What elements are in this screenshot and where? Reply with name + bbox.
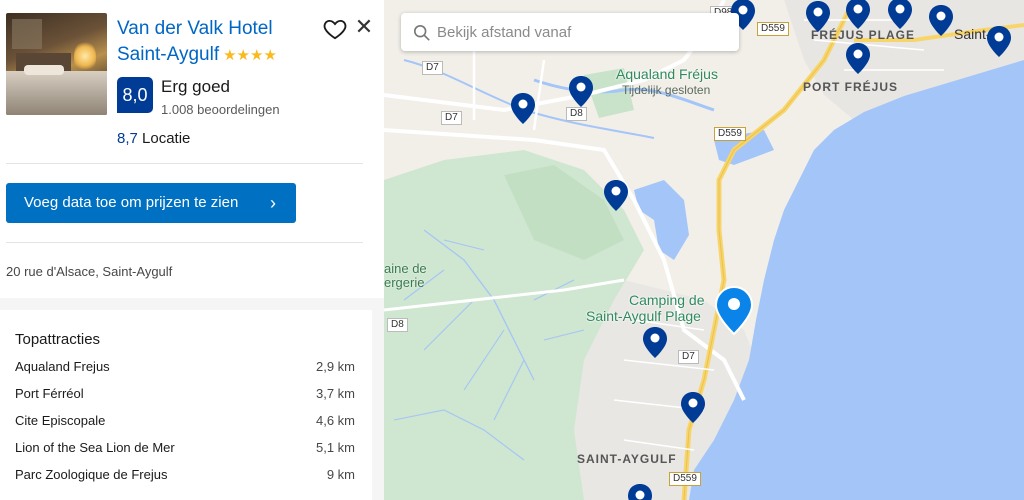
property-card: Van der Valk Hotel Saint-Aygulf ★★★★ ✕ 8,… [0, 0, 384, 298]
close-icon[interactable]: ✕ [353, 15, 375, 39]
map-label-saint-aygulf: SAINT-AYGULF [577, 452, 677, 466]
review-count[interactable]: 1.008 beoordelingen [161, 102, 280, 117]
map-pin-icon[interactable] [509, 92, 537, 126]
location-score-label: Locatie [142, 130, 191, 147]
map-pin-icon[interactable] [886, 0, 914, 31]
distance-search[interactable] [401, 13, 739, 51]
attraction-distance: 3,7 km [315, 386, 355, 401]
road-shield: D559 [714, 127, 746, 141]
review-score-badge: 8,0 [117, 77, 153, 113]
map-pin-icon[interactable] [844, 42, 872, 76]
add-dates-button[interactable]: Voeg data toe om prijzen te zien › [6, 183, 296, 223]
hotel-address: 20 rue d'Alsace, Saint-Aygulf [6, 264, 173, 279]
attraction-name: Cite Episcopale [15, 413, 106, 428]
road-shield: D7 [422, 61, 443, 75]
search-icon [413, 24, 430, 41]
attraction-distance: 9 km [326, 467, 355, 482]
map-pin-icon[interactable] [602, 179, 630, 213]
map-pin-icon[interactable] [985, 25, 1013, 59]
property-panel: Van der Valk Hotel Saint-Aygulf ★★★★ ✕ 8,… [0, 0, 384, 500]
map-pin-icon[interactable] [626, 483, 654, 500]
list-item: Aqualand Frejus 2,9 km [15, 359, 355, 379]
map-label-camping-2[interactable]: Saint-Aygulf Plage [586, 308, 701, 324]
map-pin-icon[interactable] [567, 75, 595, 109]
road-shield: D7 [678, 350, 699, 364]
list-item: Parc Zoologique de Frejus 9 km [15, 467, 355, 487]
map-label-area-1: aine de [384, 261, 427, 276]
attractions-heading: Topattracties [15, 331, 101, 348]
distance-search-input[interactable] [437, 19, 727, 45]
road-shield: D8 [566, 107, 587, 121]
review-verdict: Erg goed [161, 77, 230, 96]
road-shield: D8 [387, 318, 408, 332]
map-label-camping-1[interactable]: Camping de [629, 292, 705, 308]
location-score-value: 8,7 [117, 130, 138, 147]
attraction-distance: 4,6 km [315, 413, 355, 428]
attraction-name: Lion of the Sea Lion de Mer [15, 440, 175, 455]
star-rating: ★★★★ [223, 47, 277, 64]
top-attractions: Topattracties Aqualand Frejus 2,9 km Por… [0, 310, 372, 500]
divider [6, 163, 363, 164]
attraction-distance: 2,9 km [315, 359, 355, 374]
attraction-distance: 5,1 km [315, 440, 355, 455]
location-score: 8,7 Locatie [117, 130, 190, 147]
add-dates-label: Voeg data toe om prijzen te zien [24, 194, 239, 211]
road-shield: D559 [757, 22, 789, 36]
attraction-name: Port Férréol [15, 386, 84, 401]
attraction-name: Parc Zoologique de Frejus [15, 467, 168, 482]
chevron-right-icon: › [270, 193, 276, 213]
heart-outline-icon[interactable] [322, 16, 348, 42]
road-shield: D7 [441, 111, 462, 125]
map[interactable]: FRÉJUS PLAGE Saint- PORT FRÉJUS SAINT-AY… [384, 0, 1024, 500]
map-pin-icon[interactable] [804, 0, 832, 34]
map-label-aqualand[interactable]: Aqualand Fréjus [616, 66, 718, 82]
map-pin-icon[interactable] [679, 391, 707, 425]
list-item: Lion of the Sea Lion de Mer 5,1 km [15, 440, 355, 460]
attraction-name: Aqualand Frejus [15, 359, 110, 374]
divider [6, 242, 363, 243]
map-pin-icon[interactable] [844, 0, 872, 31]
map-pin-icon[interactable] [927, 4, 955, 38]
hotel-title[interactable]: Van der Valk Hotel Saint-Aygulf ★★★★ [117, 16, 325, 69]
map-pin-icon[interactable] [641, 326, 669, 360]
map-label-aqualand-status: Tijdelijk gesloten [622, 83, 711, 97]
list-item: Cite Episcopale 4,6 km [15, 413, 355, 433]
map-label-area-2: ergerie [384, 275, 425, 290]
road-shield: D559 [669, 472, 701, 486]
selected-hotel-pin-icon[interactable] [714, 286, 754, 336]
map-label-port-frejus: PORT FRÉJUS [803, 80, 899, 94]
hotel-photo[interactable] [6, 13, 107, 115]
list-item: Port Férréol 3,7 km [15, 386, 355, 406]
